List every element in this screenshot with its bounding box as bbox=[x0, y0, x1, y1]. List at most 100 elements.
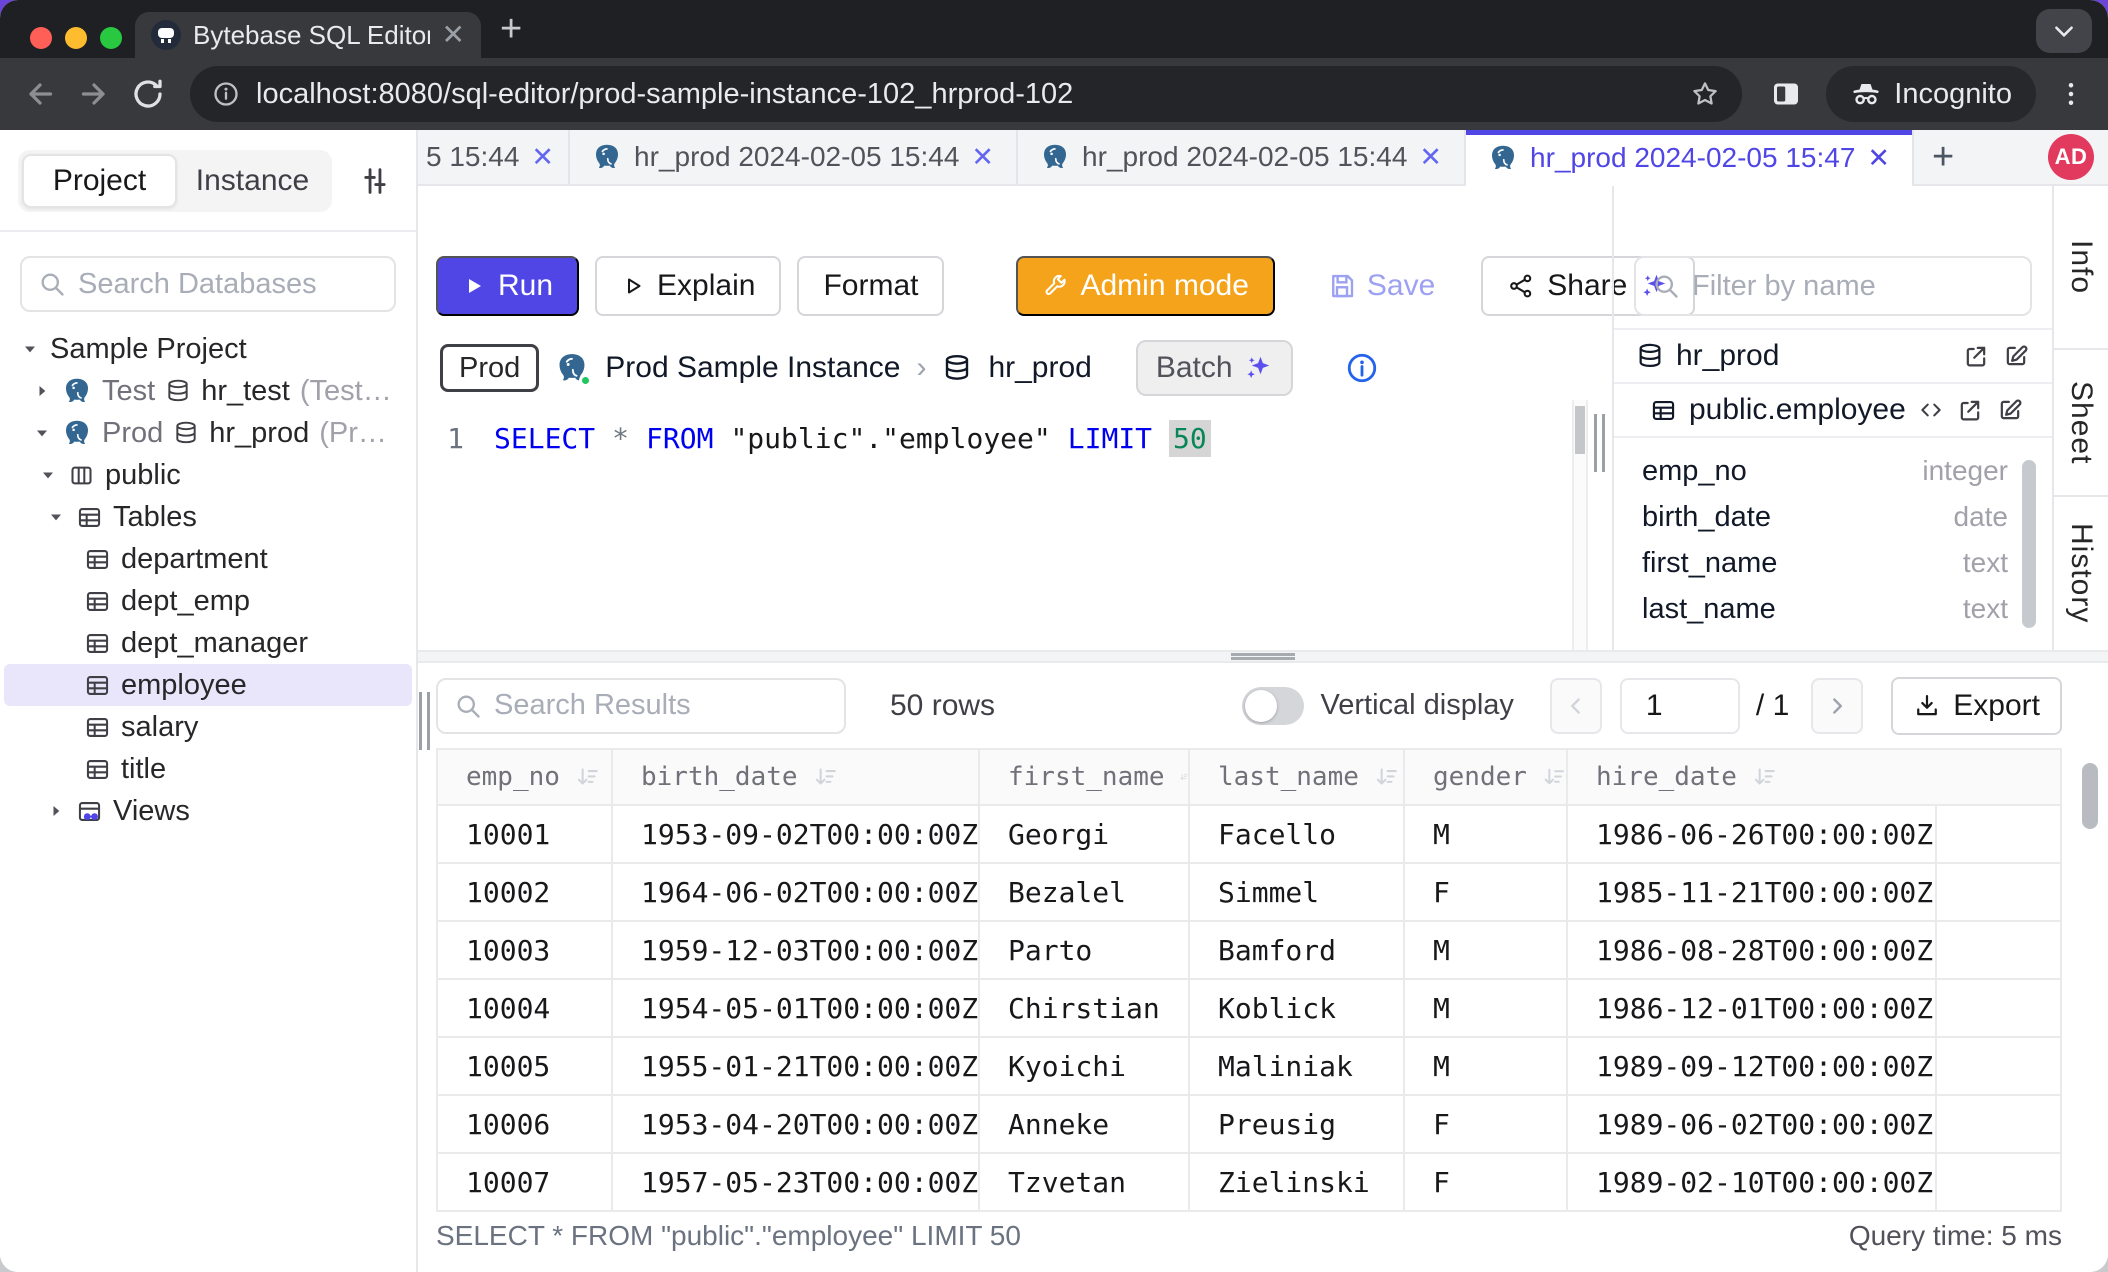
cell-hire-date[interactable]: 1986-06-26T00:00:00Z bbox=[1568, 806, 1937, 864]
cell-emp-no[interactable]: 10004 bbox=[438, 980, 613, 1038]
column-header[interactable]: gender bbox=[1405, 750, 1568, 806]
cell-gender[interactable]: F bbox=[1405, 1154, 1568, 1212]
traffic-lights[interactable] bbox=[30, 27, 122, 49]
table-row[interactable]: 10004 1954-05-01T00:00:00Z Chirstian Kob… bbox=[438, 980, 2060, 1038]
column-header[interactable]: last_name bbox=[1190, 750, 1405, 806]
results-search[interactable] bbox=[436, 678, 846, 734]
caret-down-icon[interactable] bbox=[32, 423, 52, 443]
external-link-icon[interactable] bbox=[1962, 342, 1990, 370]
avatar[interactable]: AD bbox=[2048, 134, 2094, 180]
cell-emp-no[interactable]: 10002 bbox=[438, 864, 613, 922]
sort-icon[interactable] bbox=[1751, 764, 1777, 790]
caret-right-icon[interactable] bbox=[32, 381, 52, 401]
panel-table-row[interactable]: public.employee bbox=[1614, 384, 2052, 438]
prev-page-button[interactable] bbox=[1550, 678, 1602, 734]
next-page-button[interactable] bbox=[1811, 678, 1863, 734]
edit-icon[interactable] bbox=[2002, 342, 2030, 370]
close-tab-icon[interactable]: ✕ bbox=[442, 21, 465, 49]
cell-gender[interactable]: F bbox=[1405, 1096, 1568, 1154]
cell-first-name[interactable]: Tzvetan bbox=[980, 1154, 1190, 1212]
sort-icon[interactable] bbox=[574, 764, 600, 790]
minimize-window-button[interactable] bbox=[65, 27, 87, 49]
table-row[interactable]: 10007 1957-05-23T00:00:00Z Tzvetan Zieli… bbox=[438, 1154, 2060, 1212]
cell-birth-date[interactable]: 1954-05-01T00:00:00Z bbox=[613, 980, 980, 1038]
cell-last-name[interactable]: Preusig bbox=[1190, 1096, 1405, 1154]
editor-tab[interactable]: hr_prod 2024-02-05 15:44 ✕ bbox=[570, 130, 1018, 184]
cell-emp-no[interactable]: 10005 bbox=[438, 1038, 613, 1096]
address-bar[interactable]: localhost:8080/sql-editor/prod-sample-in… bbox=[190, 66, 1742, 122]
filter-by-name-input[interactable] bbox=[1692, 270, 2014, 303]
cell-birth-date[interactable]: 1953-09-02T00:00:00Z bbox=[613, 806, 980, 864]
sort-icon[interactable] bbox=[812, 764, 838, 790]
url-text[interactable]: localhost:8080/sql-editor/prod-sample-in… bbox=[256, 78, 1674, 111]
schema-filter[interactable] bbox=[1634, 256, 2032, 316]
tree-item-table[interactable]: dept_emp bbox=[0, 580, 416, 622]
cell-emp-no[interactable]: 10007 bbox=[438, 1154, 613, 1212]
tree-item-table[interactable]: employee bbox=[4, 664, 412, 706]
cell-gender[interactable]: M bbox=[1405, 980, 1568, 1038]
cell-birth-date[interactable]: 1957-05-23T00:00:00Z bbox=[613, 1154, 980, 1212]
tree-item-db-prod[interactable]: Prod hr_prod (Pr… bbox=[0, 412, 416, 454]
cell-last-name[interactable]: Simmel bbox=[1190, 864, 1405, 922]
tab-project[interactable]: Project bbox=[22, 154, 177, 208]
database-search[interactable] bbox=[20, 256, 396, 312]
table-row[interactable]: 10006 1953-04-20T00:00:00Z Anneke Preusi… bbox=[438, 1096, 2060, 1154]
sort-icon[interactable] bbox=[1541, 764, 1566, 790]
column-row[interactable]: first_name text bbox=[1614, 540, 2052, 586]
column-header[interactable]: birth_date bbox=[613, 750, 980, 806]
run-button[interactable]: Run bbox=[436, 256, 579, 316]
column-row[interactable]: emp_no integer bbox=[1614, 448, 2052, 494]
cell-first-name[interactable]: Kyoichi bbox=[980, 1038, 1190, 1096]
zoom-window-button[interactable] bbox=[100, 27, 122, 49]
close-editor-tab-icon[interactable]: ✕ bbox=[1419, 142, 1442, 173]
cell-birth-date[interactable]: 1964-06-02T00:00:00Z bbox=[613, 864, 980, 922]
tree-item-tables-group[interactable]: Tables bbox=[0, 496, 416, 538]
external-link-icon[interactable] bbox=[1956, 396, 1984, 424]
caret-down-icon[interactable] bbox=[46, 507, 66, 527]
tree-item-schema-public[interactable]: public bbox=[0, 454, 416, 496]
table-row[interactable]: 10001 1953-09-02T00:00:00Z Georgi Facell… bbox=[438, 806, 2060, 864]
editor-scrollbar[interactable] bbox=[1572, 400, 1588, 650]
column-row[interactable]: birth_date date bbox=[1614, 494, 2052, 540]
explain-button[interactable]: Explain bbox=[595, 256, 781, 316]
editor-tab[interactable]: hr_prod 2024-02-05 15:44 ✕ bbox=[1018, 130, 1466, 184]
chrome-menu-icon[interactable] bbox=[2056, 79, 2086, 109]
cell-birth-date[interactable]: 1953-04-20T00:00:00Z bbox=[613, 1096, 980, 1154]
batch-button[interactable]: Batch bbox=[1136, 340, 1293, 396]
export-button[interactable]: Export bbox=[1891, 677, 2062, 735]
instance-name[interactable]: Prod Sample Instance bbox=[605, 351, 900, 385]
panel-resize-handle[interactable] bbox=[1594, 414, 1605, 472]
edit-icon[interactable] bbox=[1996, 396, 2024, 424]
close-editor-tab-icon[interactable]: ✕ bbox=[971, 142, 994, 173]
tree-settings-icon[interactable] bbox=[358, 164, 392, 198]
sidebar-resize-handle[interactable] bbox=[419, 692, 430, 750]
tree-item-project[interactable]: Sample Project bbox=[0, 328, 416, 370]
column-list-scrollbar-thumb[interactable] bbox=[2022, 460, 2036, 628]
search-databases-input[interactable] bbox=[78, 268, 378, 301]
search-results-input[interactable] bbox=[494, 689, 828, 722]
reload-icon[interactable] bbox=[130, 76, 166, 112]
format-button[interactable]: Format bbox=[797, 256, 944, 316]
editor-tab[interactable]: 5 15:44 ✕ bbox=[418, 130, 570, 184]
cell-hire-date[interactable]: 1989-02-10T00:00:00Z bbox=[1568, 1154, 1937, 1212]
tree-item-table[interactable]: department bbox=[0, 538, 416, 580]
tree-item-table[interactable]: title bbox=[0, 748, 416, 790]
editor-tab[interactable]: hr_prod 2024-02-05 15:47 ✕ bbox=[1466, 130, 1914, 186]
cell-first-name[interactable]: Bezalel bbox=[980, 864, 1190, 922]
sql-editor[interactable]: 1 SELECT*FROM"public"."employee"LIMIT50 bbox=[418, 406, 1612, 650]
vertical-display-toggle[interactable] bbox=[1242, 687, 1304, 725]
tree-item-table[interactable]: salary bbox=[0, 706, 416, 748]
cell-first-name[interactable]: Anneke bbox=[980, 1096, 1190, 1154]
tab-sheet[interactable]: Sheet bbox=[2054, 350, 2108, 497]
caret-right-icon[interactable] bbox=[46, 801, 66, 821]
caret-down-icon[interactable] bbox=[20, 339, 40, 359]
sort-icon[interactable] bbox=[1373, 764, 1399, 790]
tree-item-table[interactable]: dept_manager bbox=[0, 622, 416, 664]
cell-hire-date[interactable]: 1989-09-12T00:00:00Z bbox=[1568, 1038, 1937, 1096]
cell-first-name[interactable]: Parto bbox=[980, 922, 1190, 980]
code-icon[interactable] bbox=[1918, 397, 1944, 423]
column-header[interactable]: first_name bbox=[980, 750, 1190, 806]
column-header[interactable]: hire_date bbox=[1568, 750, 1937, 806]
cell-gender[interactable]: F bbox=[1405, 864, 1568, 922]
tab-info[interactable]: Info bbox=[2054, 186, 2108, 350]
